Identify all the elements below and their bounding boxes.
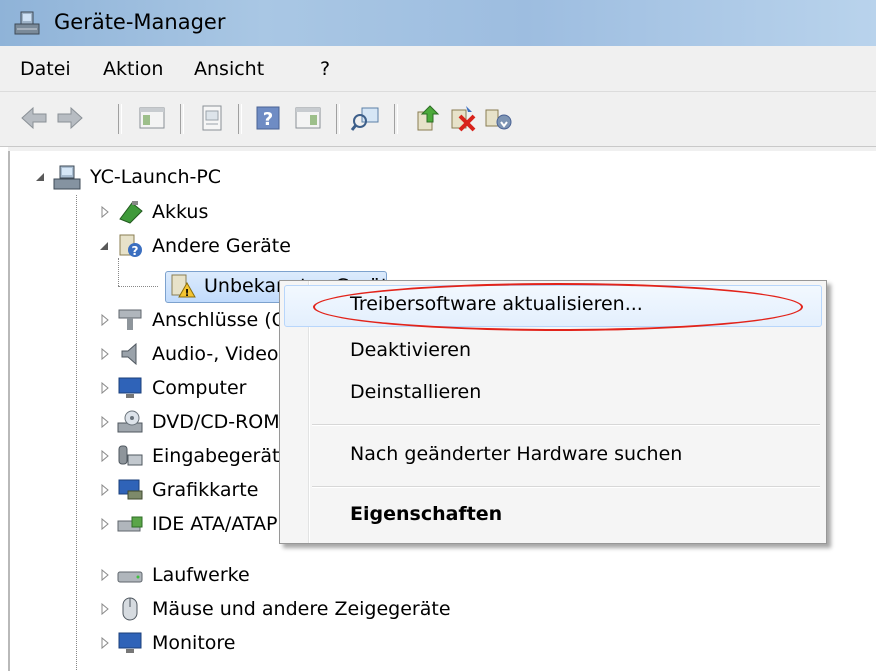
tree-item-label: Laufwerke xyxy=(152,564,250,586)
port-icon xyxy=(118,309,142,330)
collapsed-arrow-icon[interactable] xyxy=(98,483,112,497)
computer-root-icon xyxy=(53,165,81,190)
tree-item-andere-geraete[interactable]: ? Andere Geräte xyxy=(98,231,291,261)
show-action-pane-icon[interactable] xyxy=(292,102,324,134)
toolbar-separator xyxy=(336,104,340,134)
toolbar: ? xyxy=(0,92,876,147)
forward-arrow-icon[interactable] xyxy=(54,102,86,134)
collapsed-arrow-icon[interactable] xyxy=(98,517,112,531)
menu-item-uninstall[interactable]: Deinstallieren xyxy=(350,381,481,403)
collapsed-arrow-icon[interactable] xyxy=(98,568,112,582)
input-device-icon xyxy=(118,445,143,466)
toolbar-separator xyxy=(394,104,398,134)
dvd-drive-icon xyxy=(117,410,143,433)
context-menu-separator xyxy=(312,424,820,426)
monitor-icon xyxy=(118,632,142,653)
svg-text:?: ? xyxy=(263,109,273,130)
uninstall-device-icon[interactable] xyxy=(482,102,514,134)
show-hide-console-tree-icon[interactable] xyxy=(136,102,168,134)
computer-icon xyxy=(118,377,142,398)
window-title: Geräte-Manager xyxy=(54,10,226,34)
audio-icon xyxy=(121,342,137,366)
tree-item-akkus[interactable]: Akkus xyxy=(98,197,208,227)
toolbar-separator xyxy=(238,104,242,134)
properties-icon[interactable] xyxy=(196,102,228,134)
tree-item-maeuse[interactable]: Mäuse und andere Zeigegeräte xyxy=(98,594,451,624)
menu-item-disable[interactable]: Deaktivieren xyxy=(350,339,471,361)
expanded-arrow-icon[interactable] xyxy=(98,239,112,253)
menu-bar: Datei Aktion Ansicht ? xyxy=(0,46,876,92)
warning-device-icon: ! xyxy=(171,274,196,299)
context-menu-separator xyxy=(312,486,820,488)
menu-ansicht[interactable]: Ansicht xyxy=(194,58,264,80)
collapsed-arrow-icon[interactable] xyxy=(98,205,112,219)
tree-border xyxy=(8,151,10,671)
unknown-device-icon: ? xyxy=(119,234,142,258)
scan-hardware-icon[interactable] xyxy=(350,102,382,134)
tree-item-label: Akkus xyxy=(152,201,209,223)
toolbar-separator xyxy=(180,104,184,134)
ide-controller-icon xyxy=(117,516,143,532)
tree-panel-top-edge xyxy=(8,147,876,151)
collapsed-arrow-icon[interactable] xyxy=(98,313,112,327)
svg-text:!: ! xyxy=(185,288,190,299)
tree-item-grafikkarte[interactable]: Grafikkarte xyxy=(98,475,258,505)
tree-item-label: Grafikkarte xyxy=(152,479,259,501)
menu-item-properties[interactable]: Eigenschaften xyxy=(350,503,502,525)
tree-item-monitore[interactable]: Monitore xyxy=(98,628,236,658)
update-driver-icon[interactable] xyxy=(412,102,444,134)
tree-item-laufwerke[interactable]: Laufwerke xyxy=(98,560,250,590)
collapsed-arrow-icon[interactable] xyxy=(98,381,112,395)
toolbar-separator xyxy=(118,104,122,134)
collapsed-arrow-icon[interactable] xyxy=(98,449,112,463)
tree-item-label: Computer xyxy=(152,377,247,399)
device-manager-icon xyxy=(14,11,40,35)
tree-item-label: Andere Geräte xyxy=(152,235,291,257)
mouse-icon xyxy=(122,597,138,621)
red-annotation-ellipse xyxy=(313,283,803,331)
disable-device-icon[interactable] xyxy=(446,102,478,134)
battery-icon xyxy=(119,201,143,224)
menu-aktion[interactable]: Aktion xyxy=(103,58,163,80)
back-arrow-icon[interactable] xyxy=(18,102,50,134)
tree-connector xyxy=(76,195,77,670)
menu-help[interactable]: ? xyxy=(320,58,330,80)
tree-root-label: YC-Launch-PC xyxy=(90,166,222,188)
menu-item-scan-hardware[interactable]: Nach geänderter Hardware suchen xyxy=(350,443,682,465)
title-bar: Geräte-Manager xyxy=(0,0,876,46)
collapsed-arrow-icon[interactable] xyxy=(98,602,112,616)
disk-drive-icon xyxy=(117,571,143,583)
tree-item-label: Mäuse und andere Zeigegeräte xyxy=(152,598,451,620)
menu-datei[interactable]: Datei xyxy=(20,58,71,80)
help-icon[interactable]: ? xyxy=(252,102,284,134)
collapsed-arrow-icon[interactable] xyxy=(98,636,112,650)
tree-connector xyxy=(118,286,158,287)
collapsed-arrow-icon[interactable] xyxy=(98,347,112,361)
svg-text:?: ? xyxy=(132,244,139,258)
tree-item-label: Monitore xyxy=(152,632,236,654)
collapsed-arrow-icon[interactable] xyxy=(98,415,112,429)
tree-root[interactable]: YC-Launch-PC xyxy=(34,162,221,192)
tree-item-computer[interactable]: Computer xyxy=(98,373,246,403)
expanded-arrow-icon[interactable] xyxy=(34,170,48,184)
display-adapter-icon xyxy=(118,479,143,500)
tree-connector xyxy=(118,258,119,286)
